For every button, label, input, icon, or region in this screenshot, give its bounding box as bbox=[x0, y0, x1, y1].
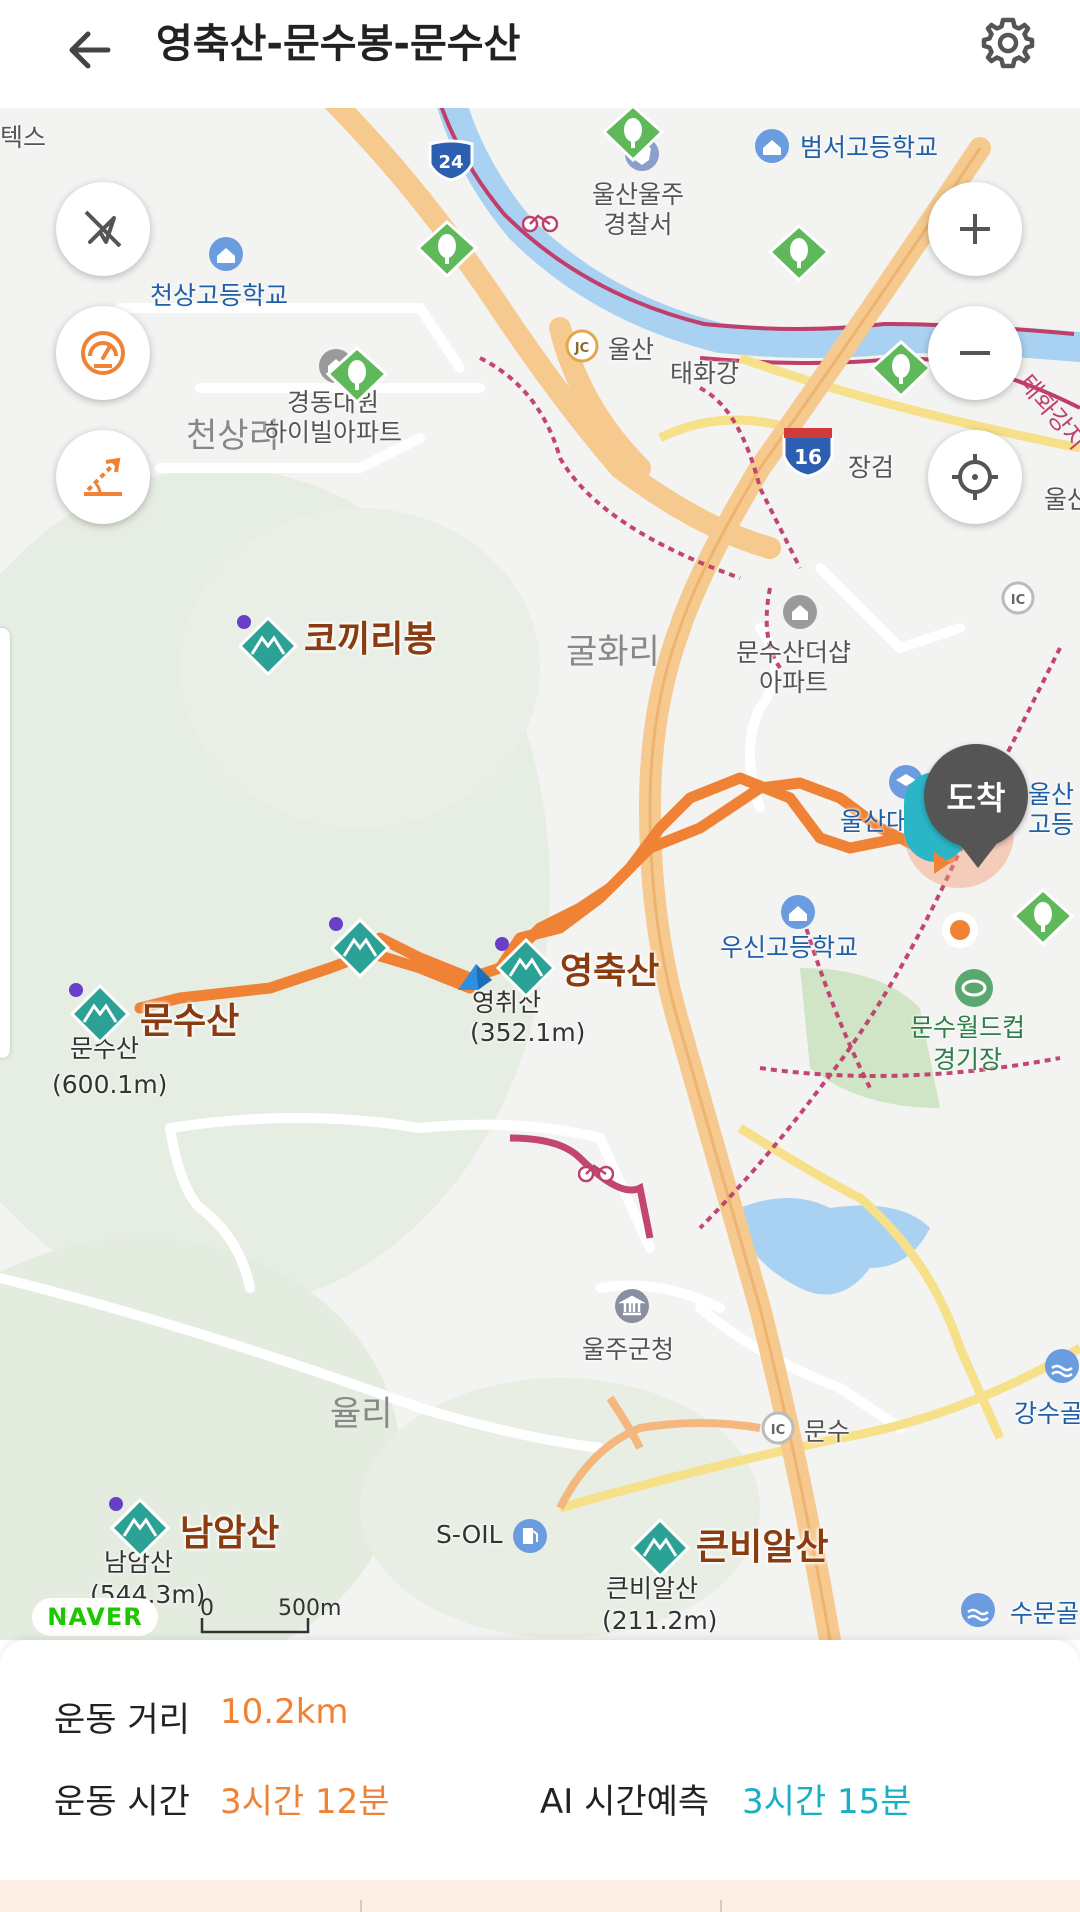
ai-time-label: AI 시간예측 bbox=[540, 1782, 710, 1822]
place-label-school: 천상고등학교 bbox=[150, 281, 289, 310]
park-marker-icon bbox=[869, 340, 933, 398]
mountain-peak-icon bbox=[69, 983, 131, 1045]
ic-marker-icon: IC bbox=[1001, 581, 1035, 615]
place-label: 수문골 bbox=[1010, 1599, 1080, 1628]
svg-text:16: 16 bbox=[794, 445, 822, 469]
peak-label-kokkiribong: 코끼리봉 bbox=[304, 619, 437, 660]
jc-marker-icon: JC bbox=[565, 329, 599, 363]
svg-text:24: 24 bbox=[438, 152, 463, 173]
direction-arrow-icon bbox=[458, 964, 492, 990]
svg-text:IC: IC bbox=[1011, 593, 1025, 608]
route-shield-icon: 16 bbox=[782, 428, 834, 478]
zoom-in-button[interactable] bbox=[928, 182, 1022, 276]
park-marker-icon bbox=[415, 220, 479, 278]
time-value: 3시간 12분 bbox=[220, 1782, 390, 1822]
ic-marker-icon: IC bbox=[761, 1411, 795, 1445]
mountain-peak-icon bbox=[629, 1517, 691, 1579]
page-title: 영축산-문수봉-문수산 bbox=[156, 21, 521, 67]
bicycle-icon bbox=[578, 1164, 614, 1183]
naver-logo: NAVER bbox=[32, 1598, 158, 1636]
school-icon bbox=[209, 237, 243, 271]
bottom-tab-strip bbox=[0, 1880, 1080, 1912]
place-label: 텍스 bbox=[0, 123, 47, 152]
arrival-marker[interactable]: 도착 bbox=[924, 744, 1028, 848]
place-label-school: 울산대 bbox=[840, 807, 910, 836]
side-drawer-handle[interactable] bbox=[0, 628, 10, 1058]
peak-label-munsusan: 문수산 bbox=[140, 1001, 240, 1042]
mountain-peak-icon bbox=[237, 615, 299, 677]
my-location-button[interactable] bbox=[928, 430, 1022, 524]
play-icon bbox=[934, 852, 950, 874]
park-marker-icon bbox=[601, 108, 665, 162]
school-icon bbox=[755, 129, 789, 163]
place-label-ic: 울산 bbox=[1044, 485, 1080, 514]
place-label-ic: 문수 bbox=[804, 1417, 851, 1446]
map-base bbox=[0, 108, 1080, 1640]
scale-label: 500m bbox=[278, 1596, 342, 1621]
peak-label-yeongchuksan: 영축산 bbox=[560, 951, 660, 992]
mountain-peak-icon bbox=[109, 1497, 171, 1559]
place-label-river: 태화강 bbox=[670, 359, 740, 388]
place-label-school: 범서고등학교 bbox=[800, 133, 939, 162]
place-label-police: 울산울주 경찰서 bbox=[592, 180, 685, 239]
crosshair-icon bbox=[952, 454, 998, 500]
bicycle-icon bbox=[522, 214, 558, 233]
mountain-peak-icon bbox=[495, 937, 557, 999]
park-marker-icon bbox=[1011, 888, 1075, 946]
gear-icon[interactable] bbox=[978, 14, 1038, 74]
mountain-peak-icon bbox=[329, 917, 391, 979]
park-marker-icon bbox=[767, 224, 831, 282]
park-marker-icon bbox=[325, 346, 389, 404]
peak-height-label: (600.1m) bbox=[52, 1070, 168, 1099]
compass-off-icon bbox=[84, 210, 122, 248]
slope-button[interactable] bbox=[56, 430, 150, 524]
app-header: 영축산-문수봉-문수산 bbox=[0, 0, 1080, 108]
gas-station-icon bbox=[513, 1519, 547, 1553]
distance-label: 운동 거리 bbox=[54, 1700, 190, 1740]
speed-gauge-button[interactable] bbox=[56, 306, 150, 400]
place-label: 강수골 bbox=[1014, 1399, 1080, 1428]
place-label-stadium: 문수월드컵 경기장 bbox=[910, 1013, 1026, 1074]
minus-icon bbox=[960, 351, 990, 355]
tab-divider bbox=[360, 1900, 362, 1912]
place-label-school: 울산 고등 bbox=[1028, 780, 1075, 839]
water-icon bbox=[1045, 1349, 1079, 1383]
government-office-icon bbox=[615, 1289, 649, 1323]
peak-height-label: (352.1m) bbox=[470, 1018, 586, 1047]
peak-label-keunbialsan: 큰비알산 bbox=[696, 1527, 829, 1568]
back-arrow-icon[interactable] bbox=[60, 20, 120, 80]
arrival-pointer-icon bbox=[958, 842, 998, 868]
apartment-icon bbox=[783, 595, 817, 629]
place-label-apt: 문수산더샵 아파트 bbox=[736, 638, 852, 697]
place-label-gas: S-OIL bbox=[436, 1520, 503, 1549]
place-label-school: 우신고등학교 bbox=[720, 933, 859, 962]
plus-icon bbox=[960, 214, 990, 244]
scale-zero: 0 bbox=[200, 1596, 214, 1621]
school-icon bbox=[781, 895, 815, 929]
water-icon bbox=[961, 1593, 995, 1627]
place-label-village: 굴화리 bbox=[566, 632, 660, 672]
current-location-dot-icon bbox=[942, 912, 978, 948]
place-label-village: 율리 bbox=[330, 1394, 393, 1434]
route-shield-icon: 24 bbox=[428, 139, 474, 182]
zoom-out-button[interactable] bbox=[928, 306, 1022, 400]
time-label: 운동 시간 bbox=[54, 1782, 190, 1822]
svg-text:IC: IC bbox=[771, 1423, 785, 1438]
peak-label-namamsan: 남암산 bbox=[180, 1513, 280, 1554]
stats-panel: 운동 거리 10.2km 운동 시간 3시간 12분 AI 시간예측 3시간 1… bbox=[0, 1640, 1080, 1912]
slope-icon bbox=[84, 457, 122, 496]
gauge-icon bbox=[81, 331, 125, 375]
map-view[interactable]: 텍스 범서고등학교 울산울주 경찰서 천상고등학교 울산 태화강 태화강지 천상… bbox=[0, 108, 1080, 1640]
stadium-icon bbox=[955, 969, 993, 1007]
place-label: 장검 bbox=[848, 453, 895, 482]
tab-divider bbox=[720, 1900, 722, 1912]
compass-off-button[interactable] bbox=[56, 182, 150, 276]
distance-value: 10.2km bbox=[220, 1692, 349, 1732]
svg-text:JC: JC bbox=[574, 341, 589, 356]
peak-height-label: (211.2m) bbox=[602, 1606, 718, 1635]
ai-time-value: 3시간 15분 bbox=[742, 1782, 912, 1822]
place-label-jc: 울산 bbox=[608, 335, 655, 364]
place-label-office: 울주군청 bbox=[582, 1335, 675, 1364]
